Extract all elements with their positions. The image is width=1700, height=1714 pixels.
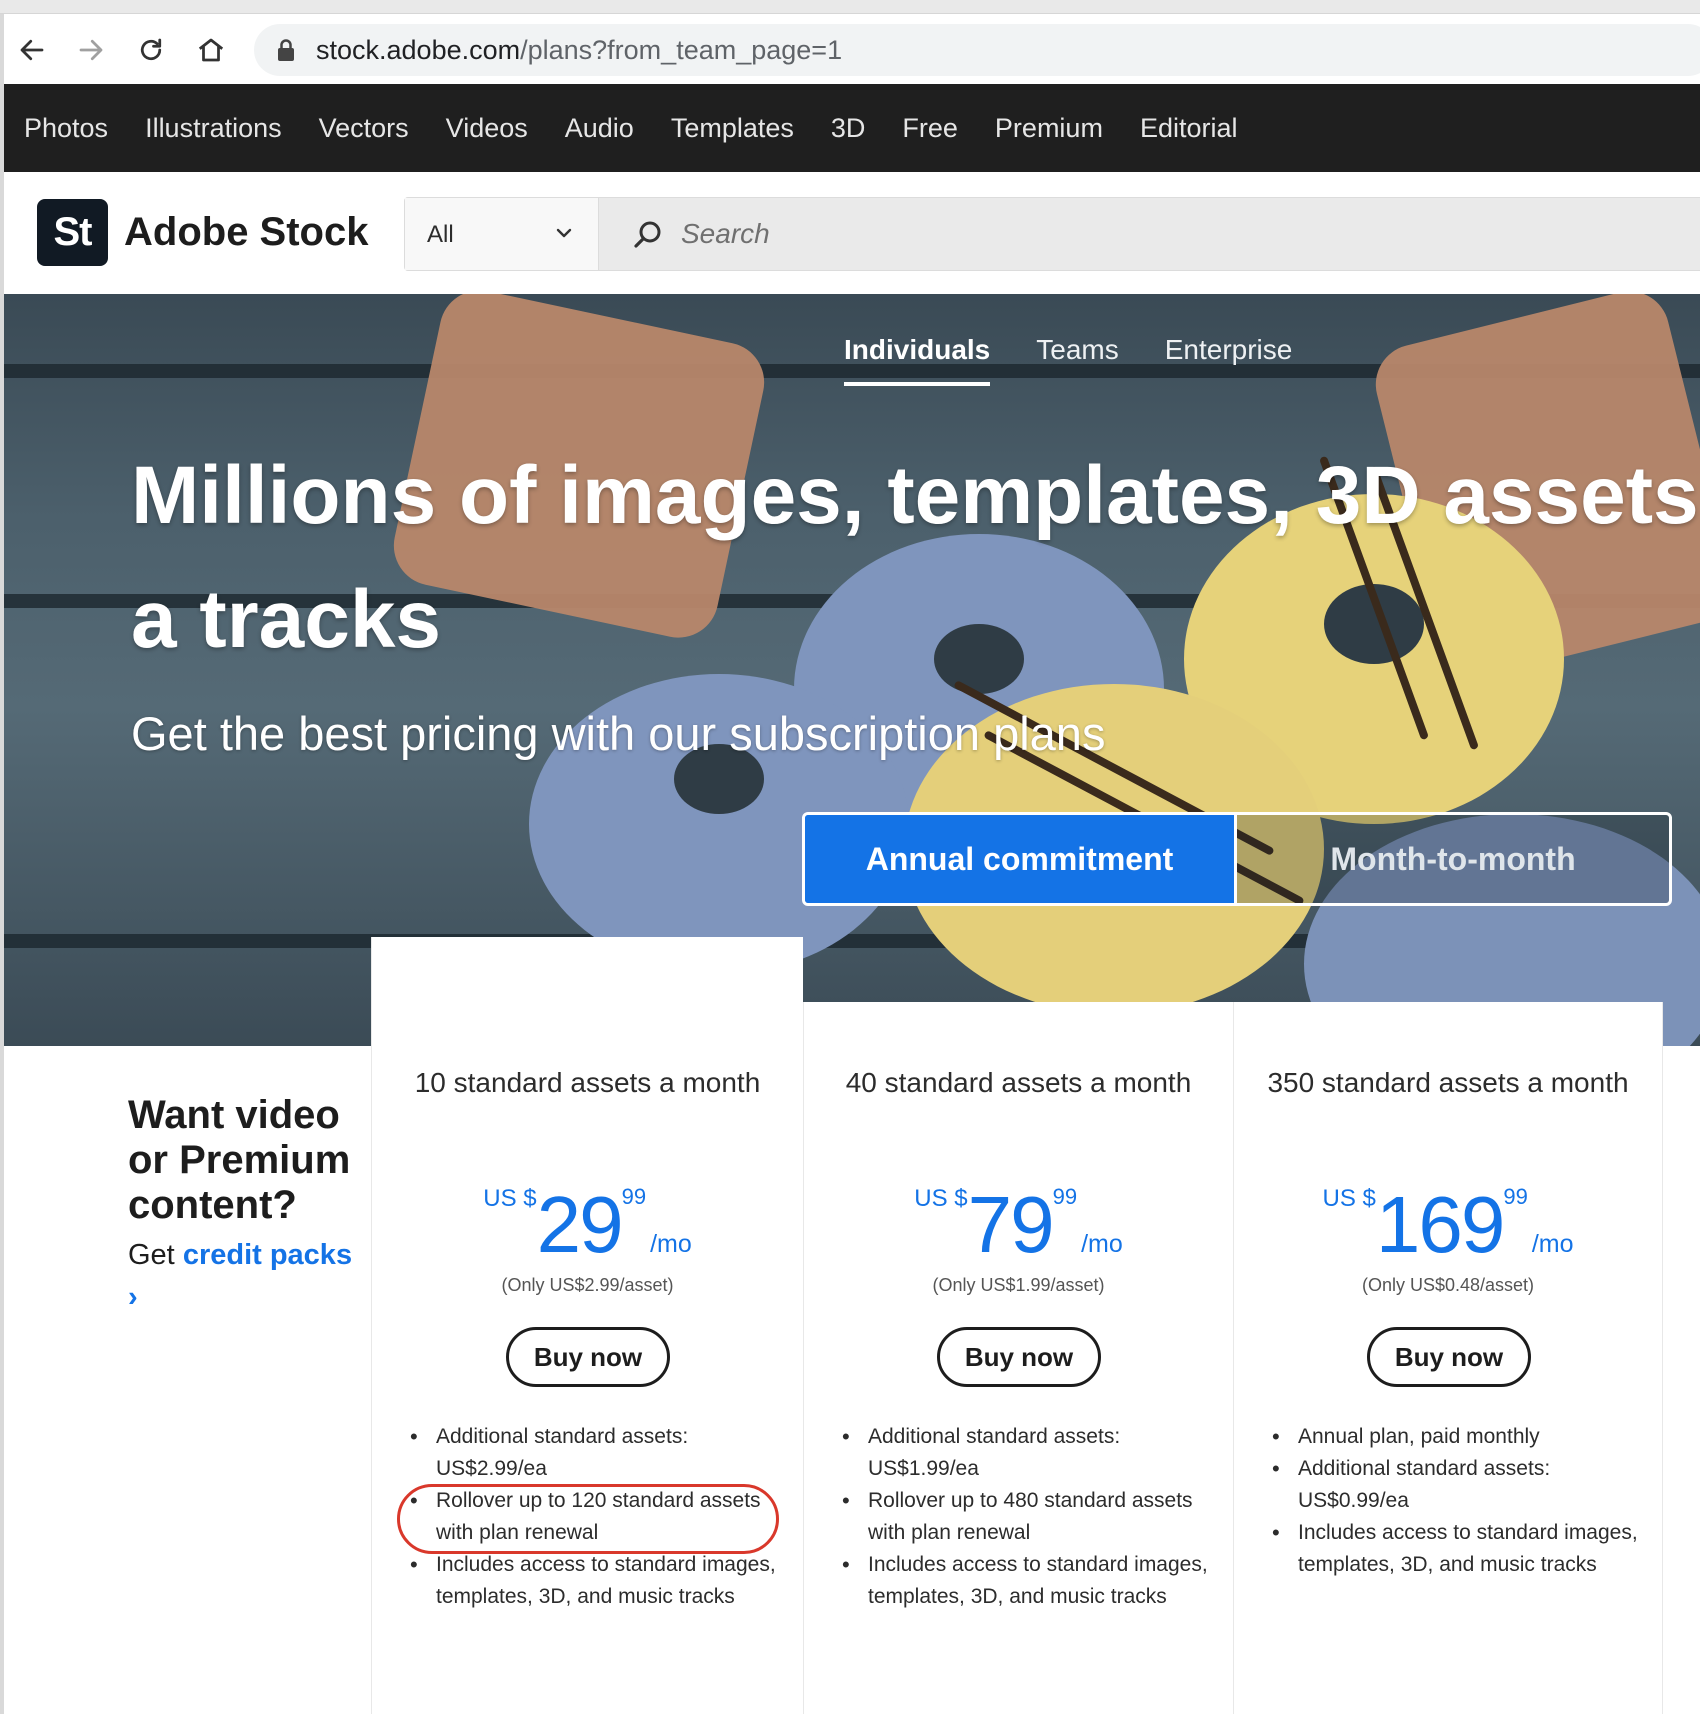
promo-prefix: Get — [128, 1239, 183, 1271]
billing-toggle: Annual commitment Month-to-month — [802, 812, 1672, 906]
cat-videos[interactable]: Videos — [446, 113, 528, 144]
tab-enterprise[interactable]: Enterprise — [1165, 334, 1293, 386]
price-cents: 99 — [1052, 1184, 1078, 1209]
cat-editorial[interactable]: Editorial — [1140, 113, 1238, 144]
plan-name: 350 standard assets a month — [1267, 1067, 1629, 1098]
feature-item: Additional standard assets: US$1.99/ea — [842, 1421, 1212, 1485]
price-period: /mo — [1081, 1230, 1123, 1258]
per-asset-price: (Only US$1.99/asset) — [932, 1275, 1105, 1295]
price-currency: US $ — [1322, 1185, 1376, 1212]
brand-name[interactable]: Adobe Stock — [124, 210, 368, 255]
promo-text: Get credit packs › — [128, 1234, 358, 1318]
price-currency: US $ — [483, 1185, 537, 1212]
home-button[interactable] — [191, 30, 231, 70]
plan-name: 40 standard assets a month — [845, 1067, 1192, 1098]
adobe-stock-logo[interactable]: St — [37, 199, 108, 266]
buy-now-button[interactable]: Buy now — [937, 1327, 1101, 1387]
address-bar[interactable]: stock.adobe.com/plans?from_team_page=1 — [254, 24, 1700, 76]
search-scope-dropdown[interactable]: All — [405, 198, 599, 270]
cat-templates[interactable]: Templates — [671, 113, 794, 144]
arrow-left-icon — [20, 39, 44, 61]
arrow-right-icon — [79, 39, 103, 61]
cat-photos[interactable]: Photos — [24, 113, 108, 144]
plan-card: 40 standard assets a month US $7999/mo (… — [803, 1002, 1233, 1714]
cat-free[interactable]: Free — [902, 113, 958, 144]
search-input[interactable] — [681, 212, 1581, 256]
site-header: St Adobe Stock All — [0, 172, 1700, 294]
plan-price: US $16999/mo — [1234, 1184, 1662, 1265]
audience-tabs: Individuals Teams Enterprise — [844, 334, 1338, 386]
buy-now-button[interactable]: Buy now — [506, 1327, 670, 1387]
home-icon — [198, 38, 224, 62]
price-amount: 79 — [967, 1180, 1055, 1269]
back-button[interactable] — [12, 30, 52, 70]
price-amount: 29 — [536, 1180, 624, 1269]
feature-item: Rollover up to 480 standard assets with … — [842, 1485, 1212, 1549]
feature-item: Includes access to standard images, temp… — [1272, 1517, 1642, 1581]
hero-banner: Individuals Teams Enterprise Millions of… — [0, 294, 1700, 1046]
window-left-edge — [0, 1046, 4, 1714]
feature-item: Additional standard assets: US$0.99/ea — [1272, 1453, 1642, 1517]
url-text: stock.adobe.com/plans?from_team_page=1 — [316, 35, 843, 65]
search-icon — [634, 221, 661, 248]
pricing-cards: 10 standard assets a month US $2999/mo (… — [371, 937, 1700, 1714]
browser-toolbar: stock.adobe.com/plans?from_team_page=1 — [0, 14, 1700, 84]
plan-features: Additional standard assets: US$1.99/ea R… — [842, 1421, 1212, 1613]
tab-individuals[interactable]: Individuals — [844, 334, 991, 386]
annual-commitment-option[interactable]: Annual commitment — [805, 815, 1237, 903]
category-nav: Photos Illustrations Vectors Videos Audi… — [0, 84, 1700, 172]
plan-features: Additional standard assets: US$2.99/ea R… — [410, 1421, 780, 1613]
search-scope-value: All — [427, 221, 454, 248]
cat-premium[interactable]: Premium — [995, 113, 1103, 144]
feature-item: Annual plan, paid monthly — [1272, 1421, 1642, 1453]
feature-item: Includes access to standard images, temp… — [842, 1549, 1212, 1613]
price-amount: 169 — [1375, 1180, 1505, 1269]
plan-card: 10 standard assets a month US $2999/mo (… — [371, 937, 803, 1714]
month-to-month-option[interactable]: Month-to-month — [1237, 815, 1669, 903]
feature-item: Includes access to standard images, temp… — [410, 1549, 780, 1613]
credit-packs-promo: Want video or Premium content? Get credi… — [128, 1093, 358, 1318]
price-period: /mo — [1531, 1230, 1574, 1258]
price-cents: 99 — [1503, 1184, 1528, 1209]
cat-illustrations[interactable]: Illustrations — [145, 113, 282, 144]
buy-now-button[interactable]: Buy now — [1367, 1327, 1531, 1387]
plan-name: 10 standard assets a month — [414, 1067, 761, 1098]
search-bar: All — [404, 197, 1700, 271]
plan-features: Annual plan, paid monthly Additional sta… — [1272, 1421, 1642, 1581]
price-cents: 99 — [621, 1184, 647, 1209]
hero-subtitle: Get the best pricing with our subscripti… — [131, 707, 1106, 760]
lock-icon — [278, 39, 294, 61]
price-period: /mo — [650, 1230, 692, 1258]
feature-item: Additional standard assets: US$2.99/ea — [410, 1421, 780, 1485]
feature-item: Rollover up to 120 standard assets with … — [410, 1485, 780, 1549]
search-field — [601, 198, 1700, 270]
cat-3d[interactable]: 3D — [831, 113, 866, 144]
cat-audio[interactable]: Audio — [565, 113, 634, 144]
cat-vectors[interactable]: Vectors — [319, 113, 409, 144]
plan-price: US $7999/mo — [804, 1184, 1233, 1265]
reload-icon — [140, 38, 162, 61]
per-asset-price: (Only US$0.48/asset) — [1361, 1275, 1535, 1295]
plan-price: US $2999/mo — [372, 1184, 803, 1265]
promo-heading: Want video or Premium content? — [128, 1093, 351, 1227]
plan-card: 350 standard assets a month US $16999/mo… — [1233, 1002, 1663, 1714]
forward-button[interactable] — [71, 30, 111, 70]
reload-button[interactable] — [131, 30, 171, 70]
chevron-down-icon — [556, 228, 572, 238]
window-top-strip — [0, 0, 1700, 14]
price-currency: US $ — [914, 1185, 968, 1212]
per-asset-price: (Only US$2.99/asset) — [501, 1275, 674, 1295]
tab-teams[interactable]: Teams — [1036, 334, 1118, 386]
hero-title: Millions of images, templates, 3D assets… — [131, 450, 1699, 665]
